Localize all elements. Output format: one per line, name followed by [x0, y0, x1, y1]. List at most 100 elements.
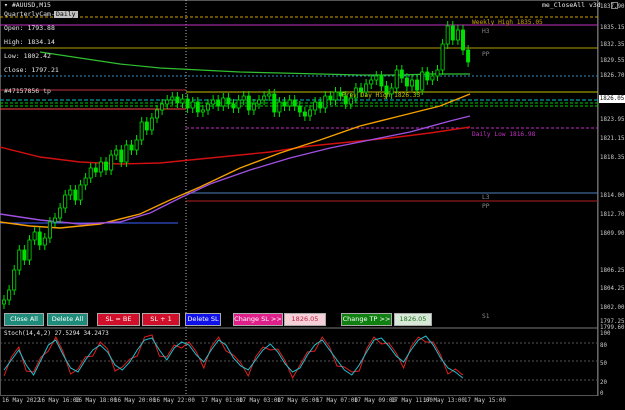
price-axis-tick: 1829.55: [600, 58, 625, 64]
stochastic-axis-tick: 20: [600, 380, 607, 386]
candle-body: [246, 95, 251, 111]
candle-body: [129, 144, 134, 151]
sl-value-input[interactable]: 1826.05: [284, 313, 326, 326]
candle-body: [78, 184, 83, 201]
candle-body: [200, 109, 205, 113]
order-line-label[interactable]: #47157856 tp: [4, 88, 51, 95]
price-axis-tick: 1804.25: [600, 286, 625, 292]
candle-body: [221, 97, 226, 107]
candle-body: [435, 69, 440, 77]
candle-body: [440, 43, 445, 71]
candle-body: [323, 95, 328, 109]
symbol-label: ▾ #AUUSD,M15: [4, 1, 51, 9]
time-axis-tick: 17 May 13:00: [423, 398, 465, 404]
change-tp-button[interactable]: Change TP >>: [341, 313, 392, 326]
candle-body: [262, 95, 267, 101]
time-axis-tick: 17 May 07:00: [316, 398, 358, 404]
candle-body: [170, 96, 175, 101]
candle-body: [226, 97, 231, 105]
candle-body: [374, 75, 379, 81]
high-value: High: 1834.14: [4, 38, 55, 46]
candle-body: [307, 109, 312, 117]
price-chart[interactable]: [0, 0, 625, 410]
candle-body: [124, 144, 129, 163]
daily-tag[interactable]: Daily: [54, 11, 78, 18]
stochastic-label: Stoch(14,4,2) 27.5294 34.2473: [4, 330, 109, 337]
price-axis-tick: 1835.15: [600, 25, 625, 31]
close-all-button[interactable]: Close All: [4, 313, 44, 326]
candle-body: [195, 101, 200, 113]
close-value: Close: 1797.21: [4, 66, 59, 74]
candle-body: [313, 101, 318, 111]
price-axis-tick: 1821.15: [600, 136, 625, 142]
candle-body: [73, 189, 78, 201]
candle-body: [409, 79, 414, 87]
price-axis-tick: 1806.25: [600, 268, 625, 274]
pp-top-label: PP: [482, 51, 490, 58]
time-axis-tick: 17 May 15:00: [464, 398, 506, 404]
candle-body: [32, 231, 37, 241]
current-price-tag: 1826.05: [599, 95, 625, 103]
candle-body: [333, 91, 338, 101]
candle-body: [216, 99, 221, 107]
time-axis-tick: 17 May 03:00: [239, 398, 281, 404]
candle-body: [328, 95, 333, 101]
daily-low-label: Daily Low 1816.98: [472, 131, 536, 138]
candle-body: [139, 121, 144, 141]
candle-body: [256, 99, 261, 105]
candle-body: [297, 105, 302, 113]
candle-body: [287, 99, 292, 107]
candle-body: [404, 77, 409, 87]
candle-body: [144, 121, 149, 131]
ma-red-curve: [0, 126, 471, 165]
candle-body: [205, 103, 210, 111]
weekly-high-label: Weekly High 1835.05: [472, 19, 543, 26]
sl-breakeven-button[interactable]: SL = BE: [97, 313, 140, 326]
candle-body: [68, 189, 73, 196]
stochastic-axis-tick: 80: [600, 343, 607, 349]
candle-body: [22, 249, 27, 261]
indicator-name: QuarterlyCam-Pivots Daily: [4, 10, 79, 18]
price-axis-tick: 1832.35: [600, 42, 625, 48]
stochastic-axis-tick: 0: [600, 391, 604, 397]
candle-body: [114, 149, 119, 156]
candle-body: [119, 149, 124, 163]
time-axis-tick: 17 May 01:00: [201, 398, 243, 404]
candle-body: [88, 167, 93, 179]
prev-day-high-label: Prev Day High 1826.33: [342, 92, 421, 99]
candle-body: [445, 25, 450, 45]
mt4-chart-window[interactable]: ▾ #AUUSD,M15 QuarterlyCam-Pivots Daily m…: [0, 0, 625, 410]
price-axis-tick: 1826.70: [600, 73, 625, 79]
delete-all-button[interactable]: Delete All: [47, 313, 88, 326]
candle-body: [42, 237, 47, 246]
l3-label: L3: [482, 194, 490, 201]
candle-body: [282, 101, 287, 107]
low-value: Low: 1802.42: [4, 52, 51, 60]
candle-body: [450, 25, 455, 41]
sl-plus-one-button[interactable]: SL + 1: [142, 313, 180, 326]
candle-body: [149, 117, 154, 131]
candle-body: [302, 111, 307, 117]
time-axis-tick: 16 May 20:00: [114, 398, 156, 404]
tp-value-input[interactable]: 1826.05: [394, 313, 432, 326]
candle-body: [185, 98, 190, 109]
time-axis-tick: 16 May 16:00: [38, 398, 80, 404]
candle-body: [460, 29, 465, 51]
candle-body: [175, 96, 180, 104]
candle-body: [134, 139, 139, 151]
candle-body: [415, 79, 420, 91]
candle-body: [318, 101, 323, 109]
candle-body: [93, 167, 98, 173]
indicator-right-label: me_CloseAll v3d: [542, 1, 601, 9]
candle-body: [364, 83, 369, 93]
price-axis-tick: 1814.00: [600, 193, 625, 199]
candle-body: [231, 103, 236, 109]
change-sl-button[interactable]: Change SL >>: [233, 313, 283, 326]
price-axis-tick: 1802.00: [600, 305, 625, 311]
price-axis-tick: 1809.90: [600, 231, 625, 237]
price-axis-tick: 1823.95: [600, 117, 625, 123]
delete-sl-button[interactable]: Delete SL: [185, 313, 221, 326]
candle-body: [425, 71, 430, 81]
stoch-main-line: [3, 335, 464, 379]
candle-body: [37, 231, 42, 246]
